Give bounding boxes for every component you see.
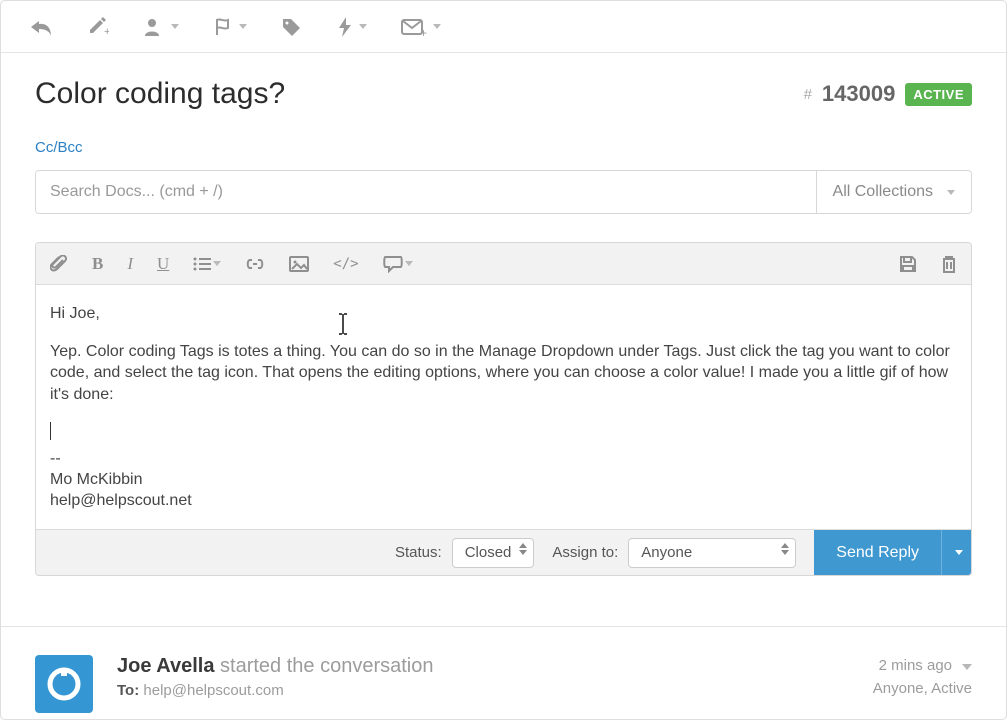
assign-label: Assign to:: [552, 544, 618, 561]
status-flag-icon[interactable]: [213, 17, 247, 37]
editor-greeting: Hi Joe,: [50, 303, 957, 325]
signature-name: Mo McKibbin: [50, 470, 957, 491]
collections-label: All Collections: [833, 183, 933, 201]
thread-author: Joe Avella: [117, 655, 214, 677]
thread-options-icon[interactable]: [962, 664, 972, 670]
app-window: + + Color coding tags? # 143009: [0, 0, 1007, 720]
reply-action-bar: Status: Closed Assign to: Anyone Send Re…: [36, 529, 971, 575]
underline-button[interactable]: U: [157, 254, 169, 274]
editor-toolbar: B I U </>: [36, 243, 971, 285]
bold-button[interactable]: B: [92, 254, 103, 274]
discard-icon[interactable]: [941, 255, 957, 273]
to-value: help@helpscout.com: [143, 682, 283, 699]
save-draft-icon[interactable]: [899, 255, 917, 273]
conversation-thread-item: Joe Avella started the conversation To: …: [1, 627, 1006, 720]
send-reply-button[interactable]: Send Reply: [814, 530, 941, 576]
editor-paragraph: Yep. Color coding Tags is totes a thing.…: [50, 341, 957, 406]
reply-icon[interactable]: [29, 17, 53, 37]
thread-timestamp: 2 mins ago: [879, 655, 952, 678]
image-icon[interactable]: [289, 256, 309, 272]
avatar: [35, 655, 93, 713]
attach-icon[interactable]: [50, 255, 68, 273]
action-toolbar: + +: [1, 1, 1006, 53]
italic-button[interactable]: I: [127, 254, 133, 274]
assign-select[interactable]: Anyone: [628, 538, 796, 568]
reply-editor: B I U </>: [35, 242, 972, 576]
conversation-header: Color coding tags? # 143009 ACTIVE Cc/Bc…: [1, 53, 1006, 228]
conversation-title: Color coding tags?: [35, 77, 285, 111]
text-caret: [50, 422, 51, 440]
link-icon[interactable]: [245, 257, 265, 271]
code-icon[interactable]: </>: [333, 256, 358, 272]
ticket-hash: #: [804, 86, 812, 103]
docs-search-input[interactable]: [36, 171, 816, 213]
thread-action: started the conversation: [220, 655, 433, 677]
tag-icon[interactable]: [281, 17, 303, 37]
assign-icon[interactable]: [143, 17, 179, 37]
send-reply-dropdown[interactable]: [941, 530, 971, 576]
status-select[interactable]: Closed: [452, 538, 535, 568]
svg-text:+: +: [104, 26, 109, 37]
ticket-number: 143009: [822, 81, 895, 107]
signature-divider: --: [50, 449, 957, 470]
thread-to-line: To: help@helpscout.com: [117, 682, 434, 699]
forward-icon[interactable]: +: [401, 17, 441, 37]
to-label: To:: [117, 682, 139, 699]
saved-replies-icon[interactable]: [383, 255, 413, 273]
collections-dropdown[interactable]: All Collections: [816, 171, 971, 213]
thread-title: Joe Avella started the conversation: [117, 655, 434, 678]
list-icon[interactable]: [193, 256, 221, 272]
text-cursor-icon: [336, 313, 350, 335]
status-badge: ACTIVE: [905, 83, 972, 106]
editor-content[interactable]: Hi Joe, Yep. Color coding Tags is totes …: [36, 285, 971, 529]
workflow-icon[interactable]: [337, 17, 367, 37]
note-icon[interactable]: +: [87, 17, 109, 37]
status-label: Status:: [395, 544, 442, 561]
signature-email: help@helpscout.net: [50, 491, 957, 512]
docs-search-row: All Collections: [35, 170, 972, 214]
svg-text:+: +: [420, 26, 427, 37]
cc-bcc-toggle[interactable]: Cc/Bcc: [35, 139, 83, 156]
thread-meta: Anyone, Active: [873, 678, 972, 701]
